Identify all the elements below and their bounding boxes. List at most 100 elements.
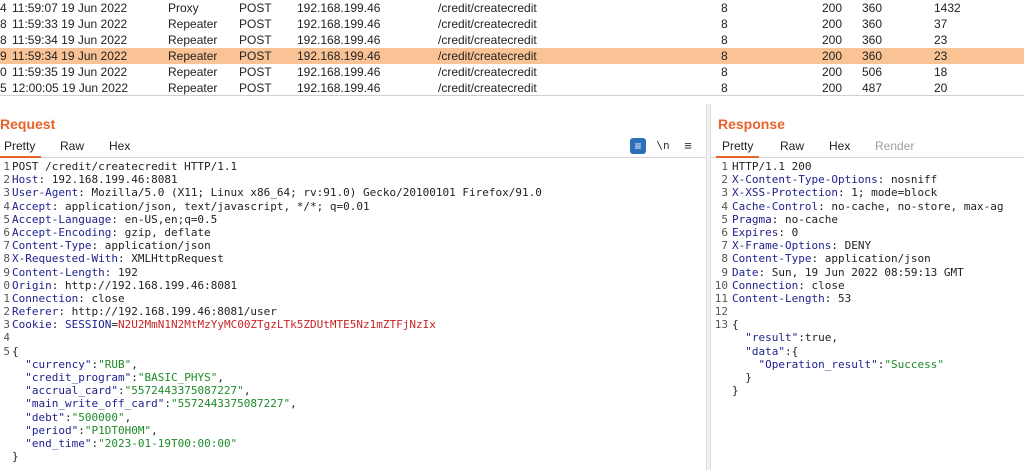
code-token: SESSION xyxy=(65,318,112,332)
show-newlines-icon[interactable]: \n xyxy=(655,138,671,154)
history-row[interactable]: 8 11:59:33 19 Jun 2022 Repeater POST 192.168… xyxy=(0,16,1024,32)
code-token: Pragma xyxy=(732,212,772,226)
line-number: 1 xyxy=(721,160,728,173)
line-number: 4 xyxy=(721,199,728,213)
row-method: POST xyxy=(239,65,272,79)
line-number: 4 xyxy=(3,199,10,213)
line-text: "currency":"RUB", xyxy=(12,358,138,371)
code-token: } xyxy=(732,371,752,384)
history-row[interactable]: 9 11:59:34 19 Jun 2022 Repeater POST 192.168… xyxy=(0,48,1024,64)
code-token: Origin xyxy=(12,278,52,292)
code-token: Accept xyxy=(12,199,52,213)
row-tool: Repeater xyxy=(168,81,218,95)
code-token: "debt" xyxy=(25,410,65,424)
line-text: X-Requested-With: XMLHttpRequest xyxy=(12,252,224,265)
line-number: 6 xyxy=(3,225,10,239)
response-title: Response xyxy=(718,116,785,132)
row-extra: 20 xyxy=(934,81,948,95)
code-token: "result" xyxy=(745,331,799,345)
code-line: 11 Content-Length: 53 xyxy=(711,292,1024,305)
code-token: User-Agent xyxy=(12,186,79,200)
response-tab-pretty[interactable]: Pretty xyxy=(715,139,760,158)
line-number: 1 xyxy=(3,291,10,305)
code-token: : http://192.168.199.46:8081/user xyxy=(58,305,277,319)
history-row[interactable]: 8 11:59:34 19 Jun 2022 Repeater POST 192.168… xyxy=(0,32,1024,48)
line-number: 7 xyxy=(721,239,728,253)
code-line: 5 Accept-Language: en-US,en;q=0.5 xyxy=(0,213,706,226)
row-tool: Repeater xyxy=(168,17,218,31)
code-token: : xyxy=(164,397,171,411)
code-token: "5572443375087227" xyxy=(170,397,291,411)
code-line: 5{ xyxy=(0,345,706,358)
row-host: 192.168.199.46 xyxy=(297,33,381,47)
row-url: /credit/createcredit xyxy=(438,65,537,79)
code-token: "currency" xyxy=(25,357,92,371)
request-tab-hex[interactable]: Hex xyxy=(109,139,130,153)
line-text: Referer: http://192.168.199.46:8081/user xyxy=(12,305,277,318)
code-token: : gzip, deflate xyxy=(111,225,211,239)
response-viewer[interactable]: 1 HTTP/1.1 200 2 X-Content-Type-Options: no… xyxy=(711,160,1024,397)
code-token: "credit_program" xyxy=(25,371,132,384)
row-tool: Proxy xyxy=(168,1,199,15)
row-extra: 18 xyxy=(934,65,948,79)
line-text: "debt":"500000", xyxy=(12,411,131,424)
code-line: 8 Content-Type: application/json xyxy=(711,252,1024,265)
line-text: } xyxy=(732,371,752,384)
line-number: 8 xyxy=(3,252,10,266)
code-token: : xyxy=(131,371,138,384)
code-line: "Operation_result":"Success" xyxy=(711,358,1024,371)
code-token: : en-US,en;q=0.5 xyxy=(111,212,218,226)
line-number: 2 xyxy=(721,173,728,187)
request-tab-pretty[interactable]: Pretty xyxy=(0,139,42,158)
response-tab-render[interactable]: Render xyxy=(875,139,914,153)
history-row[interactable]: 5 12:00:05 19 Jun 2022 Repeater POST 192.168… xyxy=(0,80,1024,96)
code-token: "Success" xyxy=(884,357,944,371)
request-editor[interactable]: 1 POST /credit/createcredit HTTP/1.1 2 Host… xyxy=(0,160,706,463)
request-tab-raw[interactable]: Raw xyxy=(60,139,84,153)
code-token: "5572443375087227" xyxy=(124,384,244,398)
code-token: "500000" xyxy=(71,410,125,424)
line-number: 5 xyxy=(3,344,10,358)
history-row[interactable]: 4 11:59:07 19 Jun 2022 Proxy POST 192.168.19… xyxy=(0,0,1024,16)
code-line: 4 Accept: application/json, text/javascri… xyxy=(0,200,706,213)
line-number: 3 xyxy=(3,186,10,200)
code-token: X-Frame-Options xyxy=(732,239,832,253)
line-text: HTTP/1.1 200 xyxy=(732,160,811,173)
code-line: "period":"P1DT0H0M", xyxy=(0,424,706,437)
history-row[interactable]: 0 11:59:35 19 Jun 2022 Repeater POST 192.168… xyxy=(0,64,1024,80)
line-number: 12 xyxy=(714,305,728,319)
code-line: 4 Cache-Control: no-cache, no-store, max-… xyxy=(711,200,1024,213)
code-token: Referer xyxy=(12,305,59,319)
code-token: "P1DT0H0M" xyxy=(84,423,152,437)
code-token: : 1; mode=block xyxy=(837,186,938,200)
code-token: : application/json, text/javascript, */*… xyxy=(51,199,370,213)
code-line: "currency":"RUB", xyxy=(0,358,706,371)
line-text: Accept-Encoding: gzip, deflate xyxy=(12,226,211,239)
code-token: : xyxy=(51,318,65,332)
row-number: 4 xyxy=(0,1,7,15)
line-text: "end_time":"2023-01-19T00:00:00" xyxy=(12,437,237,450)
code-line: 2 X-Content-Type-Options: nosniff xyxy=(711,173,1024,186)
code-token: :{ xyxy=(785,344,799,358)
wrap-lines-icon[interactable]: ≡ xyxy=(630,138,646,154)
line-text: { xyxy=(12,345,19,358)
line-text: Content-Length: 53 xyxy=(732,292,851,305)
row-params: 8 xyxy=(721,65,728,79)
line-text: } xyxy=(732,384,739,397)
line-text: Date: Sun, 19 Jun 2022 08:59:13 GMT xyxy=(732,266,964,279)
response-tab-raw[interactable]: Raw xyxy=(780,139,804,153)
menu-icon[interactable]: ≡ xyxy=(680,138,696,154)
row-length: 360 xyxy=(862,1,883,15)
code-token: Content-Type xyxy=(732,252,812,266)
code-token: Connection xyxy=(12,291,79,305)
code-token: X-XSS-Protection xyxy=(732,186,838,200)
row-params: 8 xyxy=(721,49,728,63)
response-tab-hex[interactable]: Hex xyxy=(829,139,850,153)
line-number: 5 xyxy=(3,212,10,226)
row-method: POST xyxy=(239,49,272,63)
code-token: N2U2MmN1N2MtMzYyMC00ZTgzLTk5ZDUtMTE5Nz1m… xyxy=(117,318,436,332)
row-time: 11:59:35 19 Jun 2022 xyxy=(12,65,128,79)
